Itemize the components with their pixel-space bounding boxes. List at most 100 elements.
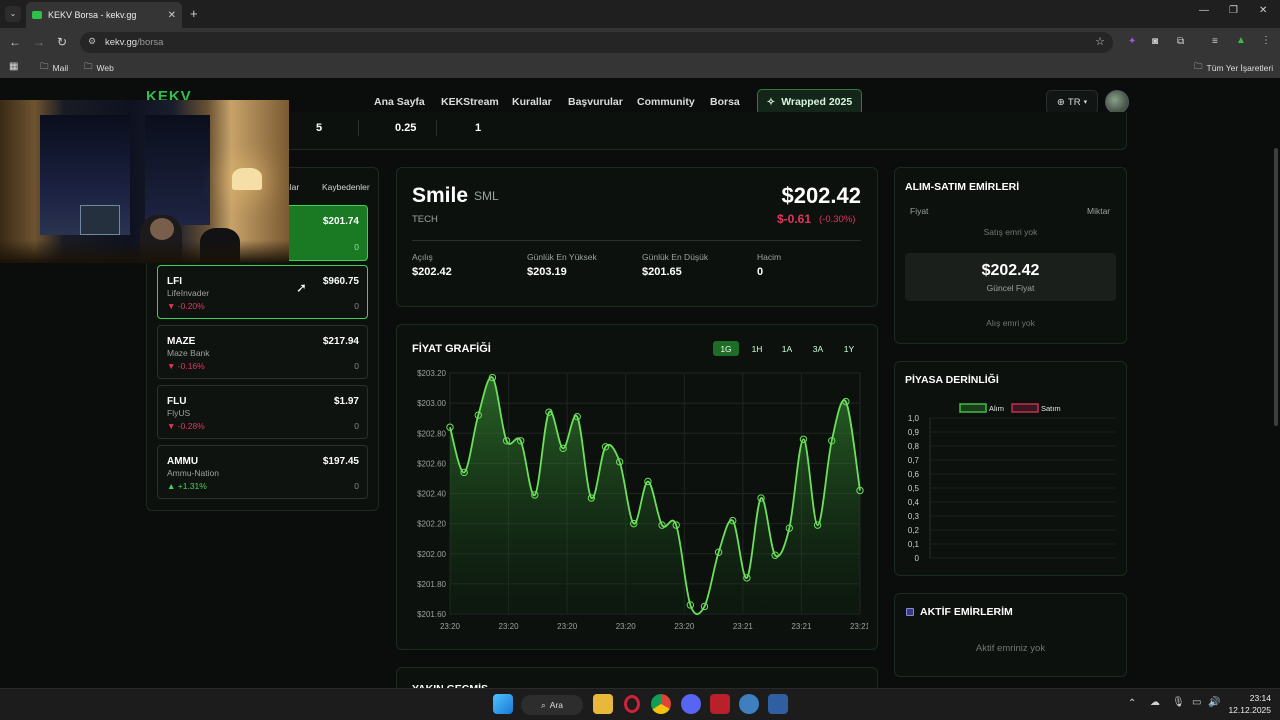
price-area xyxy=(450,377,860,615)
x-tick-label: 23:20 xyxy=(499,622,520,631)
stock-name: Maze Bank xyxy=(167,348,210,358)
nav-kurallar[interactable]: Kurallar xyxy=(512,96,552,108)
sell-empty: Satış emri yok xyxy=(983,227,1038,237)
tab-search-icon[interactable]: ⌄ xyxy=(5,6,21,22)
stock-item-flu[interactable]: FLU FlyUS $1.97 ▼ -0.28% 0 xyxy=(157,385,368,439)
y-tick-label: $202.00 xyxy=(417,550,446,559)
stock-item-lfi[interactable]: LFI LifeInvader $960.75 ▼ -0.20% 0 xyxy=(157,265,368,319)
camera-icon[interactable]: ◙ xyxy=(1152,37,1158,47)
apps-icon[interactable]: ▦ xyxy=(9,61,18,72)
back-icon[interactable]: ← xyxy=(9,36,21,48)
timeframe-1g[interactable]: 1G xyxy=(713,341,739,356)
app-icon-blue[interactable] xyxy=(768,694,788,714)
windows-start-icon[interactable] xyxy=(493,694,513,714)
stock-symbol: FLU xyxy=(167,396,187,407)
site-info-icon[interactable]: ⚙ xyxy=(88,36,96,47)
nav-kekstream[interactable]: KEKStream xyxy=(441,96,499,108)
col-price: Fiyat xyxy=(910,206,929,216)
open-value: $202.42 xyxy=(412,266,452,278)
nav-ana-sayfa[interactable]: Ana Sayfa xyxy=(374,96,425,108)
reload-icon[interactable]: ↻ xyxy=(57,36,67,48)
volume-icon[interactable]: 🔊 xyxy=(1208,698,1220,708)
maximize-icon[interactable]: ❐ xyxy=(1229,6,1238,16)
microphone-icon[interactable]: 🎙 xyxy=(1172,698,1185,708)
puzzle-icon[interactable]: ⧉ xyxy=(1177,37,1184,47)
stock-price: $1.97 xyxy=(333,396,359,407)
depth-chart: 1,0 0,9 0,8 0,7 0,6 0,5 0,4 0,3 0,2 0,1 0 Alım Satım xyxy=(908,403,1116,563)
active-orders-title: AKTİF EMİRLERİM xyxy=(920,606,1013,618)
tab-losers[interactable]: Kaybedenler xyxy=(322,182,370,192)
active-orders-empty: Aktif emriniz yok xyxy=(975,643,1046,654)
depth-y-tick: 0,3 xyxy=(908,512,920,521)
stock-name: LifeInvader xyxy=(167,288,210,298)
close-window-icon[interactable]: ✕ xyxy=(1259,6,1267,16)
all-bookmarks[interactable]: 🗀 Tüm Yer İşaretleri xyxy=(1194,61,1273,75)
stock-change: ▼ -0.28% xyxy=(167,421,205,431)
close-tab-icon[interactable]: ✕ xyxy=(168,10,176,21)
page-scrollbar[interactable] xyxy=(1274,148,1278,426)
low-label: Günlük En Düşük xyxy=(642,252,709,262)
stock-item-ammu[interactable]: AMMU Ammu-Nation $197.45 ▲ +1.31% 0 xyxy=(157,445,368,499)
favicon-icon xyxy=(32,11,42,19)
stock-symbol: SML xyxy=(474,189,499,203)
bookmark-mail[interactable]: 🗀 Mail xyxy=(40,61,68,75)
nav-borsa[interactable]: Borsa xyxy=(710,96,740,108)
profile-icon[interactable]: ▲ xyxy=(1236,36,1246,46)
chrome-icon[interactable] xyxy=(651,694,671,714)
extension-icon[interactable]: ✦ xyxy=(1128,37,1136,47)
stock-change: ▲ +1.31% xyxy=(167,481,207,491)
url-bar[interactable]: ⚙ kekv.gg/borsa ☆ xyxy=(80,32,1113,53)
timeframe-1a[interactable]: 1A xyxy=(775,341,799,356)
nav-basvurular[interactable]: Başvurular xyxy=(568,96,623,108)
media-icon[interactable]: ≡ xyxy=(1212,37,1218,47)
taskbar-search[interactable]: ⌕ Ara xyxy=(521,695,583,715)
forward-icon[interactable]: → xyxy=(33,36,45,48)
language-selector[interactable]: ⊕ TR ▾ xyxy=(1046,90,1098,114)
depth-title: PİYASA DERİNLİĞİ xyxy=(905,374,999,386)
bookmarks-bar: ▦ 🗀 Mail 🗀 Web 🗀 Tüm Yer İşaretleri xyxy=(0,56,1280,78)
app-icon-game[interactable] xyxy=(739,694,759,714)
legend-sell-swatch xyxy=(1011,403,1039,413)
timeframe-1h[interactable]: 1H xyxy=(745,341,769,356)
depth-y-tick: 1,0 xyxy=(908,414,920,423)
legend-buy-swatch xyxy=(959,403,987,413)
avatar[interactable] xyxy=(1105,90,1129,114)
stock-symbol: MAZE xyxy=(167,336,196,347)
discord-icon[interactable] xyxy=(681,694,701,714)
stock-change: ▼ -0.16% xyxy=(167,361,205,371)
folder-icon: 🗀 xyxy=(40,61,49,71)
browser-tab[interactable]: KEKV Borsa - kekv.gg ✕ xyxy=(26,2,182,28)
app-icon-red[interactable] xyxy=(710,694,730,714)
clock-date[interactable]: 12.12.2025 xyxy=(1222,705,1271,715)
stock-item-maze[interactable]: MAZE Maze Bank $217.94 ▼ -0.16% 0 xyxy=(157,325,368,379)
minimize-icon[interactable]: — xyxy=(1199,6,1209,16)
file-explorer-icon[interactable] xyxy=(593,694,613,714)
opera-icon[interactable] xyxy=(624,695,640,713)
stat-value: 1 xyxy=(475,122,482,134)
divider xyxy=(358,120,359,136)
y-tick-label: $202.20 xyxy=(417,520,446,529)
orders-list-icon xyxy=(906,608,914,616)
bookmark-web[interactable]: 🗀 Web xyxy=(84,61,114,75)
search-icon: ⌕ xyxy=(541,699,546,710)
depth-y-tick: 0,7 xyxy=(908,456,920,465)
menu-icon[interactable]: ⋮ xyxy=(1261,36,1271,46)
stock-price: $960.75 xyxy=(322,276,359,287)
tray-chevron-icon[interactable]: ⌃ xyxy=(1128,699,1136,709)
x-tick-label: 23:21 xyxy=(791,622,812,631)
tab-title: KEKV Borsa - kekv.gg xyxy=(48,10,137,20)
bookmark-star-icon[interactable]: ☆ xyxy=(1095,35,1105,48)
clock-time[interactable]: 23:14 xyxy=(1229,693,1271,703)
tray-network-icon[interactable]: ☁ xyxy=(1150,698,1160,708)
col-qty: Miktar xyxy=(1087,206,1111,216)
new-tab-icon[interactable]: + xyxy=(190,7,198,20)
stock-price: $197.45 xyxy=(322,456,359,467)
stock-change: ▼ -0.20% xyxy=(167,301,205,311)
wrapped-label: Wrapped 2025 xyxy=(781,96,853,108)
stock-symbol: LFI xyxy=(167,276,182,287)
timeframe-3a[interactable]: 3A xyxy=(806,341,830,356)
folder-icon: 🗀 xyxy=(84,61,93,71)
timeframe-1y[interactable]: 1Y xyxy=(837,341,861,356)
display-icon[interactable]: ▭ xyxy=(1192,698,1201,708)
nav-community[interactable]: Community xyxy=(637,96,695,108)
